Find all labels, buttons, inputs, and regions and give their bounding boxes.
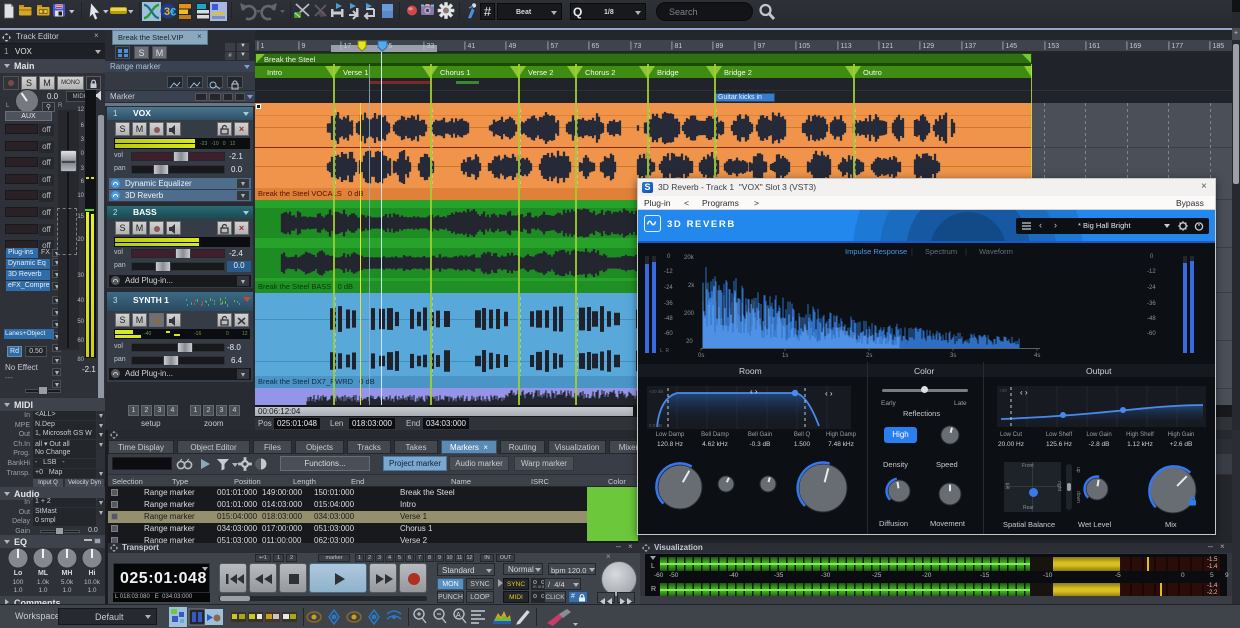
svg-text:€: € (170, 7, 176, 19)
svg-text:‹ ›: ‹ › (825, 389, 833, 398)
svg-text:A: A (456, 612, 461, 619)
svg-text:0.0 dB: 0.0 dB (649, 423, 662, 428)
svg-text:‹ ›: ‹ › (1020, 388, 1028, 397)
svg-text:+20: +20 (999, 388, 1007, 393)
svg-text:+20 dB: +20 dB (649, 389, 663, 394)
svg-text:‹ ›: ‹ › (750, 387, 758, 396)
